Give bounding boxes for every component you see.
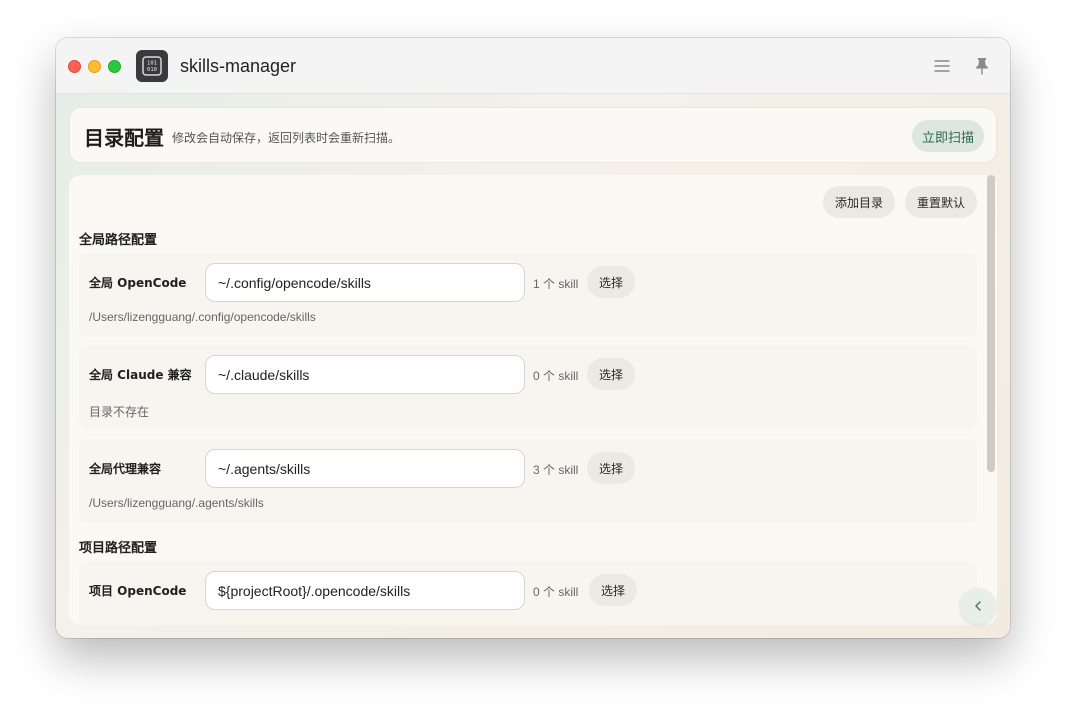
menu-icon bbox=[934, 60, 950, 72]
list-item: 全局 OpenCode ~/.config/opencode/skills 1 … bbox=[79, 253, 977, 337]
zoom-window-button[interactable] bbox=[108, 60, 121, 73]
add-directory-button[interactable]: 添加目录 bbox=[823, 186, 895, 218]
back-button[interactable] bbox=[960, 588, 996, 624]
minimize-window-button[interactable] bbox=[88, 60, 101, 73]
path-input[interactable]: ${projectRoot}/.opencode/skills bbox=[205, 571, 525, 610]
skill-count: 3 个 skill bbox=[533, 463, 579, 477]
app-window: 101 010 skills-manager 目录配置 修改会自动保存，返回列表… bbox=[56, 38, 1010, 638]
close-window-button[interactable] bbox=[68, 60, 81, 73]
skill-count: 1 个 skill bbox=[533, 277, 579, 291]
page-subtitle: 修改会自动保存，返回列表时会重新扫描。 bbox=[172, 131, 401, 145]
select-button[interactable]: 选择 bbox=[587, 452, 635, 484]
resolved-path: 目录不存在 bbox=[89, 405, 150, 419]
skill-count: 0 个 skill bbox=[533, 585, 579, 599]
binary-code-icon: 101 010 bbox=[136, 50, 168, 82]
scan-now-button[interactable]: 立即扫描 bbox=[912, 120, 984, 152]
page-header: 目录配置 修改会自动保存，返回列表时会重新扫描。 立即扫描 bbox=[69, 107, 997, 163]
path-input[interactable]: ~/.config/opencode/skills bbox=[205, 263, 525, 302]
chevron-left-icon bbox=[975, 601, 981, 611]
select-button[interactable]: 选择 bbox=[587, 358, 635, 390]
row-label: 项目 OpenCode bbox=[89, 584, 187, 598]
app-title: skills-manager bbox=[180, 56, 297, 76]
row-label: 全局代理兼容 bbox=[89, 462, 162, 476]
scrollbar[interactable] bbox=[987, 175, 995, 472]
reset-default-button[interactable]: 重置默认 bbox=[905, 186, 977, 218]
directory-config-panel: 添加目录 重置默认 全局路径配置 全局 OpenCode ~/.config/o… bbox=[69, 175, 997, 625]
row-label: 全局 OpenCode bbox=[89, 276, 187, 290]
menu-button[interactable] bbox=[930, 54, 954, 78]
pin-button[interactable] bbox=[970, 54, 994, 78]
global-section-title: 全局路径配置 bbox=[79, 233, 158, 248]
path-input[interactable]: ~/.claude/skills bbox=[205, 355, 525, 394]
list-item: 全局 Claude 兼容 ~/.claude/skills 0 个 skill … bbox=[79, 345, 977, 429]
resolved-path: /Users/lizengguang/.config/opencode/skil… bbox=[89, 310, 316, 324]
path-input[interactable]: ~/.agents/skills bbox=[205, 449, 525, 488]
pin-icon bbox=[976, 58, 988, 75]
row-label: 全局 Claude 兼容 bbox=[89, 368, 192, 382]
resolved-path: /Users/lizengguang/.agents/skills bbox=[89, 496, 264, 510]
project-section-title: 项目路径配置 bbox=[79, 541, 158, 556]
page-title: 目录配置 bbox=[84, 126, 164, 150]
svg-text:010: 010 bbox=[147, 67, 157, 73]
list-item: 全局代理兼容 ~/.agents/skills 3 个 skill 选择 /Us… bbox=[79, 439, 977, 523]
select-button[interactable]: 选择 bbox=[587, 266, 635, 298]
svg-text:101: 101 bbox=[147, 61, 157, 67]
skill-count: 0 个 skill bbox=[533, 369, 579, 383]
select-button[interactable]: 选择 bbox=[589, 574, 637, 606]
list-item: 项目 OpenCode ${projectRoot}/.opencode/ski… bbox=[79, 561, 977, 625]
title-bar: 101 010 skills-manager bbox=[56, 38, 1010, 94]
